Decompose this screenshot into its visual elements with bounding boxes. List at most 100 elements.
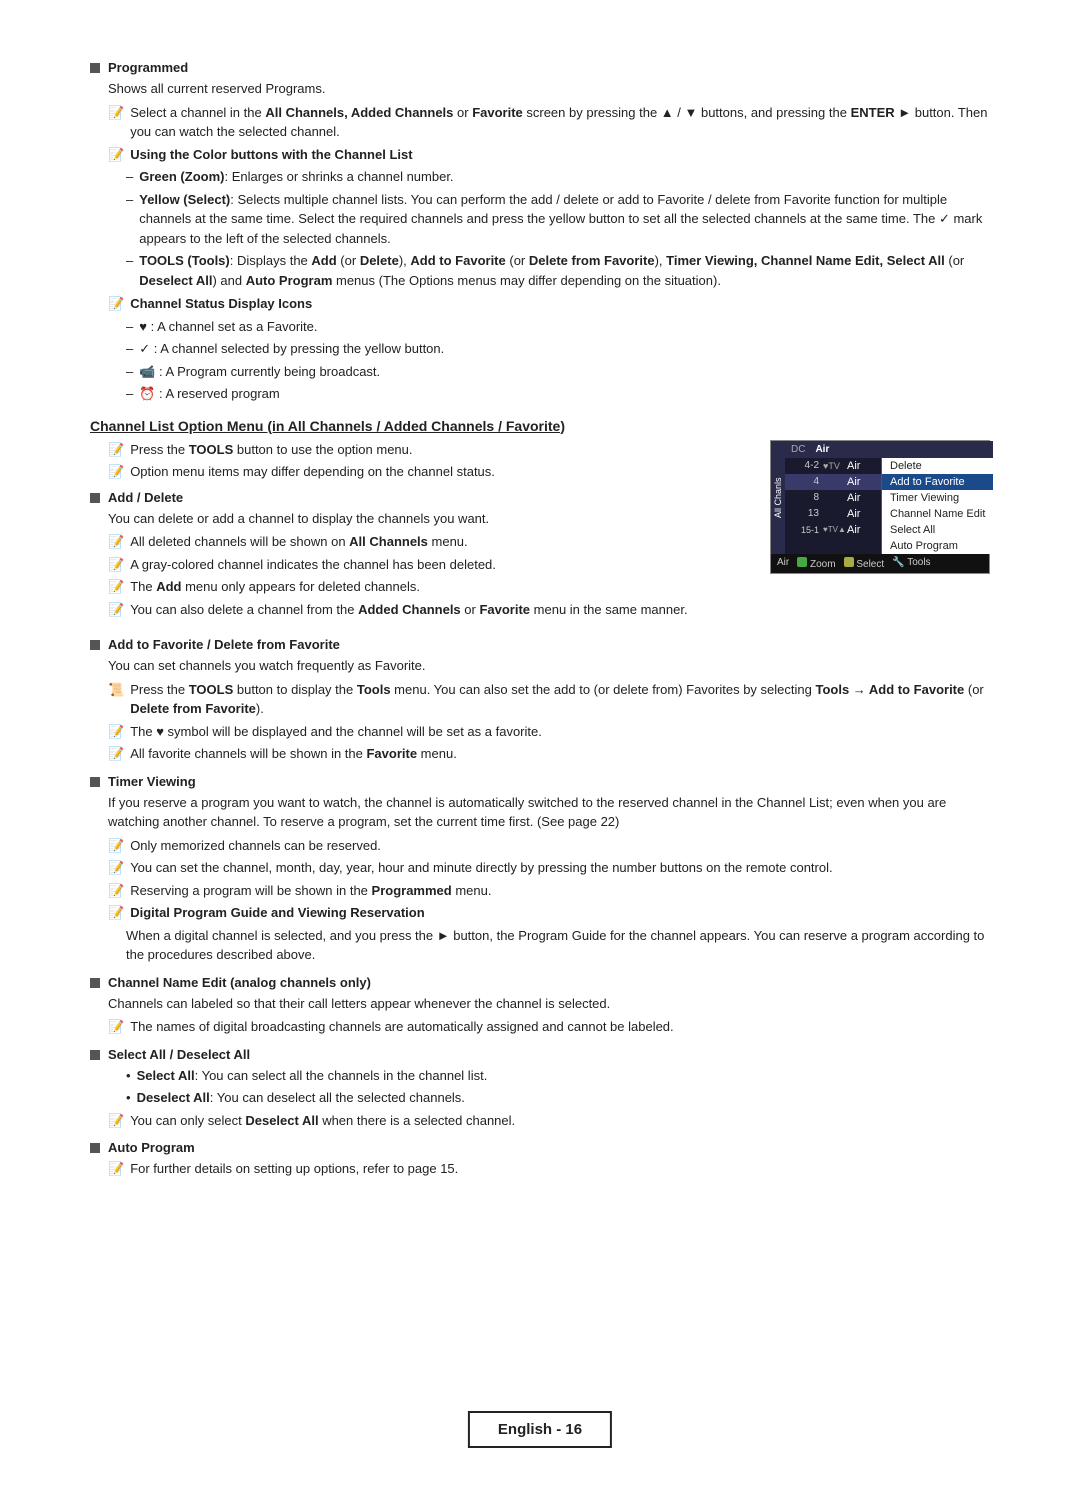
note-item-1: 📝 Select a channel in the All Channels, … — [108, 103, 990, 142]
timer-note-text-2: You can set the channel, month, day, yea… — [130, 858, 990, 878]
note-icon-tv3: 📝 — [108, 881, 124, 901]
cne-note-1: 📝 The names of digital broadcasting chan… — [108, 1017, 990, 1037]
add-fav-note-3: 📝 All favorite channels will be shown in… — [108, 744, 990, 764]
add-fav-note-text-3: All favorite channels will be shown in t… — [130, 744, 990, 764]
add-delete-header: Add / Delete — [90, 490, 750, 505]
bullet-icon-7 — [90, 1143, 100, 1153]
tv-row-4: 13 Air — [785, 506, 881, 522]
cne-note-text-1: The names of digital broadcasting channe… — [130, 1017, 990, 1037]
status-broadcast-text: 📹 : A Program currently being broadcast. — [139, 362, 380, 382]
deselect-all-text: Deselect All: You can deselect all the s… — [137, 1088, 465, 1108]
timer-viewing-title: Timer Viewing — [108, 774, 196, 789]
add-delete-note-text-2: A gray-colored channel indicates the cha… — [130, 555, 750, 575]
tv-row-1: 4-2 ♥TV Air — [785, 458, 881, 474]
add-delete-body: You can delete or add a channel to displ… — [108, 509, 750, 529]
select-all-text: Select All: You can select all the chann… — [137, 1066, 488, 1086]
dash-green-text: Green (Zoom): Enlarges or shrinks a chan… — [139, 167, 453, 187]
note-icon-sa1: 📝 — [108, 1111, 124, 1131]
ch-num-3: 8 — [789, 492, 819, 503]
add-fav-note-text-1: Press the TOOLS button to display the To… — [130, 680, 990, 719]
programmed-title: Programmed — [108, 60, 188, 75]
timer-viewing-header: Timer Viewing — [90, 774, 990, 789]
add-favorite-title: Add to Favorite / Delete from Favorite — [108, 637, 340, 652]
channel-name-edit-header: Channel Name Edit (analog channels only) — [90, 975, 990, 990]
tv-footer-air: Air — [777, 557, 789, 570]
add-to-favorite-section: Add to Favorite / Delete from Favorite Y… — [90, 637, 990, 764]
tv-rows: 4-2 ♥TV Air 4 Air — [785, 458, 881, 554]
dash-marker: – — [126, 167, 133, 187]
channel-list-option-section: Channel List Option Menu (in All Channel… — [90, 418, 990, 628]
channel-name-edit-section: Channel Name Edit (analog channels only)… — [90, 975, 990, 1037]
status-heart-text: ♥ : A channel set as a Favorite. — [139, 317, 317, 337]
tv-footer-zoom: Zoom — [797, 557, 835, 570]
add-delete-subsection: Add / Delete You can delete or add a cha… — [90, 490, 750, 620]
tv-row-2: 4 Air — [785, 474, 881, 490]
timer-note-1: 📝 Only memorized channels can be reserve… — [108, 836, 990, 856]
channel-name-edit-body: Channels can labeled so that their call … — [108, 994, 990, 1014]
note-text-2: Using the Color buttons with the Channel… — [130, 145, 990, 165]
note-icon-ap1: 📝 — [108, 1159, 124, 1179]
note-icon-2: 📝 — [108, 145, 124, 165]
tv-options-panel: Delete Add to Favorite Timer Viewing Cha… — [881, 458, 993, 554]
bullet-icon-6 — [90, 1050, 100, 1060]
sa-note-1: 📝 You can only select Deselect All when … — [108, 1111, 990, 1131]
dot-marker-2: • — [126, 1088, 131, 1108]
yellow-btn — [844, 557, 854, 567]
dash-m4: – — [126, 317, 133, 337]
tv-option-auto-program: Auto Program — [882, 538, 993, 554]
dash-tools-text: TOOLS (Tools): Displays the Add (or Dele… — [139, 251, 990, 290]
tv-main-row: All Chanls DC Air 4-2 ♥TV — [771, 441, 989, 554]
bullet-icon-5 — [90, 978, 100, 988]
channel-list-option-title: Channel List Option Menu (in All Channel… — [90, 418, 990, 434]
bullet-icon-4 — [90, 777, 100, 787]
note-text-1: Select a channel in the All Channels, Ad… — [130, 103, 990, 142]
tv-row-5: 15-1 ♥TV▲ Air — [785, 522, 881, 538]
programmed-body: Shows all current reserved Programs. — [108, 79, 990, 99]
add-delete-note-3: 📝 The Add menu only appears for deleted … — [108, 577, 750, 597]
tv-footer-tools: 🔧 Tools — [892, 557, 930, 570]
tv-footer-select: Select — [844, 557, 885, 570]
add-fav-note-1: 📜 Press the TOOLS button to display the … — [108, 680, 990, 719]
note-item-2: 📝 Using the Color buttons with the Chann… — [108, 145, 990, 165]
tv-option-select-all: Select All — [882, 522, 993, 538]
note-icon-1: 📝 — [108, 103, 124, 123]
tv-rows-options: 4-2 ♥TV Air 4 Air — [785, 458, 993, 554]
page-content: Programmed Shows all current reserved Pr… — [0, 0, 1080, 1269]
tv-row-3: 8 Air — [785, 490, 881, 506]
add-delete-title: Add / Delete — [108, 490, 183, 505]
note-icon-tv1: 📝 — [108, 836, 124, 856]
footer-label: English - 16 — [498, 1421, 582, 1438]
tv-option-favorite: Add to Favorite — [882, 474, 993, 490]
timer-note-text-1: Only memorized channels can be reserved. — [130, 836, 990, 856]
ch-name-3: Air — [847, 492, 877, 504]
add-favorite-body: You can set channels you watch frequentl… — [108, 656, 990, 676]
tv-tab-air: Air — [815, 444, 829, 455]
add-delete-note-text-3: The Add menu only appears for deleted ch… — [130, 577, 750, 597]
content-with-image: 📝 Press the TOOLS button to use the opti… — [90, 440, 990, 628]
channel-name-edit-title: Channel Name Edit (analog channels only) — [108, 975, 371, 990]
dash-tools: – TOOLS (Tools): Displays the Add (or De… — [126, 251, 990, 290]
ch-name-4: Air — [847, 508, 877, 520]
add-fav-note-2: 📝 The ♥ symbol will be displayed and the… — [108, 722, 990, 742]
auto-program-header: Auto Program — [90, 1140, 990, 1155]
timer-note-2: 📝 You can set the channel, month, day, y… — [108, 858, 990, 878]
add-delete-note-text-1: All deleted channels will be shown on Al… — [130, 532, 750, 552]
digital-guide-body: When a digital channel is selected, and … — [126, 926, 990, 965]
channel-status-title: Channel Status Display Icons — [130, 294, 990, 314]
tv-sidebar-label: All Chanls — [771, 441, 785, 554]
bullet-icon — [90, 63, 100, 73]
note-icon-ad3: 📝 — [108, 577, 124, 597]
bullet-icon-2 — [90, 493, 100, 503]
select-all-title: Select All / Deselect All — [108, 1047, 250, 1062]
dash-marker-3: – — [126, 251, 133, 271]
status-check-text: ✓ : A channel selected by pressing the y… — [139, 339, 444, 359]
ch-num-2: 4 — [789, 476, 819, 487]
channel-note-2: 📝 Option menu items may differ depending… — [108, 462, 750, 482]
status-heart: – ♥ : A channel set as a Favorite. — [126, 317, 990, 337]
tv-option-name-edit: Channel Name Edit — [882, 506, 993, 522]
select-all-section: Select All / Deselect All • Select All: … — [90, 1047, 990, 1131]
select-all-bullet-2: • Deselect All: You can deselect all the… — [126, 1088, 990, 1108]
add-delete-note-1: 📝 All deleted channels will be shown on … — [108, 532, 750, 552]
note-icon-af3: 📝 — [108, 744, 124, 764]
channel-note-text-1: Press the TOOLS button to use the option… — [130, 440, 750, 460]
